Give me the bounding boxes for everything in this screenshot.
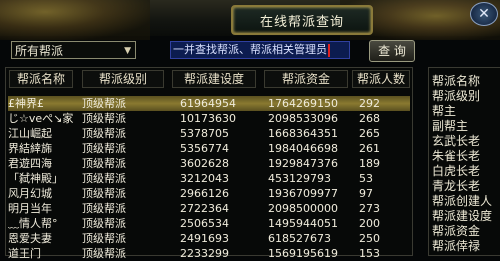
info-label: 帮派倖禄: [432, 239, 481, 253]
guild-level-cell: 顶级帮派: [82, 187, 126, 200]
guild-level-cell: 顶级帮派: [82, 157, 126, 170]
column-header-funds[interactable]: 帮派资金: [264, 70, 348, 88]
info-label: 青龙长老: [432, 179, 481, 193]
guild-funds-cell: 1569195619: [268, 247, 338, 260]
guild-name-cell: 明月当年: [8, 202, 52, 215]
guild-funds-cell: 1495944051: [268, 217, 338, 230]
text-caret: [328, 43, 330, 57]
guild-members-cell: 292: [359, 97, 380, 110]
guild-funds-cell: 1984046698: [268, 142, 338, 155]
table-row[interactable]: 界結緈旆 顶级帮派 5356774 1984046698 261: [8, 141, 410, 156]
chevron-down-icon: ▼: [124, 46, 131, 56]
table-row[interactable]: 「弑神殿」 顶级帮派 3212043 453129793 53: [8, 171, 410, 186]
guild-name-cell: 界結緈旆: [8, 142, 52, 155]
info-label: 帮派创建人: [432, 194, 493, 208]
guild-members-cell: 261: [359, 142, 380, 155]
guild-funds-cell: 1764269150: [268, 97, 338, 110]
info-label: 帮主: [432, 104, 457, 118]
table-row[interactable]: 江山崛起 顶级帮派 5378705 1668364351 265: [8, 126, 410, 141]
guild-progress-cell: 5356774: [180, 142, 229, 155]
guild-progress-cell: 61964954: [180, 97, 236, 110]
guild-funds-cell: 2098500000: [268, 202, 338, 215]
guild-members-cell: 250: [359, 232, 380, 245]
guild-progress-cell: 2491693: [180, 232, 229, 245]
table-row[interactable]: ﹏情人帮° 顶级帮派 2506534 1495944051 200: [8, 216, 410, 231]
guild-progress-cell: 3212043: [180, 172, 229, 185]
table-row[interactable]: 君遊四海 顶级帮派 3602628 1929847376 189: [8, 156, 410, 171]
guild-name-cell: £神界£: [8, 97, 44, 110]
info-label: 帮派建设度: [432, 209, 493, 223]
info-label: 副帮主: [432, 119, 469, 133]
guild-filter-select[interactable]: 所有帮派 ▼: [11, 41, 136, 59]
guild-funds-cell: 2098533096: [268, 112, 338, 125]
info-label: 朱雀长老: [432, 149, 481, 163]
guild-level-cell: 顶级帮派: [82, 247, 126, 260]
guild-members-cell: 268: [359, 112, 380, 125]
guild-funds-cell: 1929847376: [268, 157, 338, 170]
guild-level-cell: 顶级帮派: [82, 232, 126, 245]
guild-members-cell: 200: [359, 217, 380, 230]
table-row[interactable]: じ☆veぺ↘家 顶级帮派 10173630 2098533096 268: [8, 111, 410, 126]
guild-name-cell: 「弑神殿」: [8, 172, 63, 185]
guild-members-cell: 97: [359, 187, 373, 200]
guild-progress-cell: 2966126: [180, 187, 229, 200]
query-button[interactable]: 查 询: [369, 40, 415, 62]
table-row[interactable]: £神界£ 顶级帮派 61964954 1764269150 292: [8, 96, 410, 111]
guild-funds-cell: 618527673: [268, 232, 331, 245]
guild-level-cell: 顶级帮派: [82, 172, 126, 185]
guild-filter-value: 所有帮派: [15, 44, 64, 58]
guild-level-cell: 顶级帮派: [82, 97, 126, 110]
guild-members-cell: 53: [359, 172, 373, 185]
close-button[interactable]: ✕: [470, 2, 498, 26]
guild-level-cell: 顶级帮派: [82, 202, 126, 215]
guild-name-cell: 道王门: [8, 247, 41, 260]
close-icon: ✕: [478, 6, 490, 22]
guild-level-cell: 顶级帮派: [82, 112, 126, 125]
guild-name-cell: 恩爱夫妻: [8, 232, 52, 245]
guild-name-cell: じ☆veぺ↘家: [8, 112, 74, 125]
search-input-value: 一并查找帮派、帮派相关管理员: [173, 43, 327, 56]
guild-name-cell: ﹏情人帮°: [8, 217, 58, 230]
guild-members-cell: 265: [359, 127, 380, 140]
guild-funds-cell: 1936709977: [268, 187, 338, 200]
info-label: 帮派名称: [432, 74, 481, 88]
info-label: 玄武长老: [432, 134, 481, 148]
column-header-name[interactable]: 帮派名称: [9, 70, 73, 88]
info-label: 帮派级别: [432, 89, 481, 103]
guild-progress-cell: 3602628: [180, 157, 229, 170]
window-title: 在线帮派查询: [231, 5, 373, 35]
guild-progress-cell: 5378705: [180, 127, 229, 140]
guild-progress-cell: 2233299: [180, 247, 229, 260]
column-header-members[interactable]: 帮派人数: [352, 70, 410, 88]
guild-members-cell: 153: [359, 247, 380, 260]
dragon-ornament-left: [0, 0, 150, 40]
guild-progress-cell: 2722364: [180, 202, 229, 215]
info-label: 帮派资金: [432, 224, 481, 238]
column-header-level[interactable]: 帮派级别: [82, 70, 164, 88]
guild-name-cell: 风月幻城: [8, 187, 52, 200]
guild-name-cell: 君遊四海: [8, 157, 52, 170]
guild-funds-cell: 453129793: [268, 172, 331, 185]
table-row[interactable]: 道王门 顶级帮派 2233299 1569195619 153: [8, 246, 410, 261]
table-row[interactable]: 恩爱夫妻 顶级帮派 2491693 618527673 250: [8, 231, 410, 246]
guild-progress-cell: 10173630: [180, 112, 236, 125]
table-row[interactable]: 明月当年 顶级帮派 2722364 2098500000 273: [8, 201, 410, 216]
guild-level-cell: 顶级帮派: [82, 127, 126, 140]
guild-members-cell: 189: [359, 157, 380, 170]
search-input[interactable]: 一并查找帮派、帮派相关管理员: [170, 41, 350, 59]
guild-level-cell: 顶级帮派: [82, 142, 126, 155]
guild-funds-cell: 1668364351: [268, 127, 338, 140]
guild-members-cell: 273: [359, 202, 380, 215]
guild-name-cell: 江山崛起: [8, 127, 52, 140]
column-header-progress[interactable]: 帮派建设度: [172, 70, 256, 88]
guild-progress-cell: 2506534: [180, 217, 229, 230]
table-row[interactable]: 风月幻城 顶级帮派 2966126 1936709977 97: [8, 186, 410, 201]
info-label: 白虎长老: [432, 164, 481, 178]
guild-level-cell: 顶级帮派: [82, 217, 126, 230]
